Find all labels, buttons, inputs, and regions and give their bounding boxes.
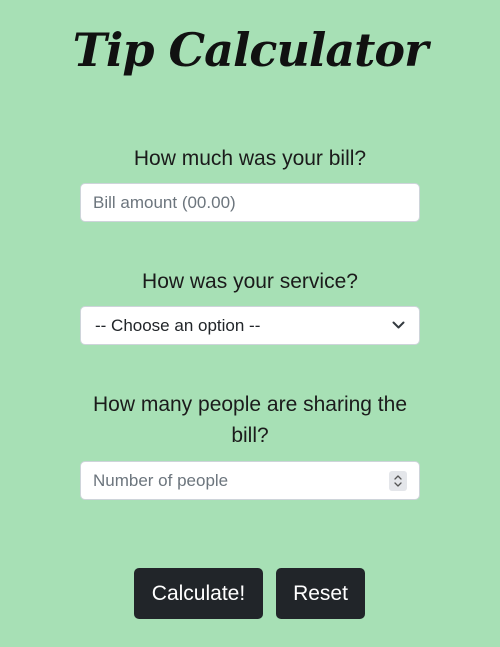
people-question: How many people are sharing the bill? — [92, 393, 407, 447]
bill-question: How much was your bill? — [133, 147, 367, 170]
bill-amount-input[interactable] — [80, 183, 420, 222]
page-title: Tip Calculator — [72, 23, 429, 77]
service-select[interactable]: -- Choose an option -- — [80, 306, 420, 345]
spinner-arrows-icon[interactable] — [389, 470, 407, 491]
reset-button[interactable]: Reset — [276, 568, 365, 619]
people-count-input[interactable] — [93, 462, 389, 499]
calculate-button[interactable]: Calculate! — [134, 568, 263, 619]
chevron-down-icon — [391, 319, 405, 333]
service-select-value: -- Choose an option -- — [95, 315, 261, 335]
service-question: How was your service? — [142, 270, 358, 293]
people-number-field[interactable] — [80, 461, 420, 500]
